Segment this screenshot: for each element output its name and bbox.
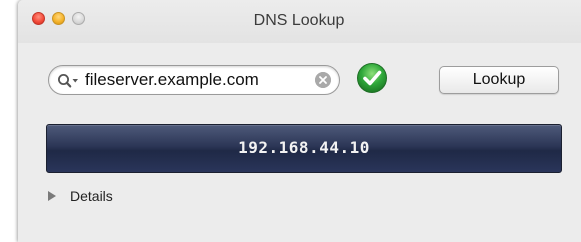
window-title: DNS Lookup (253, 12, 345, 29)
clear-icon[interactable] (315, 72, 331, 88)
hostname-input[interactable] (85, 69, 305, 91)
search-icon[interactable] (57, 73, 79, 89)
details-disclosure[interactable]: Details (48, 187, 168, 207)
checkmark-icon (357, 63, 387, 93)
title-bar[interactable]: DNS Lookup (18, 0, 581, 43)
disclosure-triangle-icon[interactable] (48, 191, 56, 201)
details-label: Details (70, 188, 113, 204)
resolved-ip-address: 192.168.44.10 (238, 138, 370, 157)
dns-lookup-window: DNS Lookup Lookup 192.168.44.10 (18, 0, 581, 242)
hostname-search-field[interactable] (48, 65, 340, 95)
lookup-button[interactable]: Lookup (439, 66, 559, 94)
result-display: 192.168.44.10 (46, 124, 562, 173)
